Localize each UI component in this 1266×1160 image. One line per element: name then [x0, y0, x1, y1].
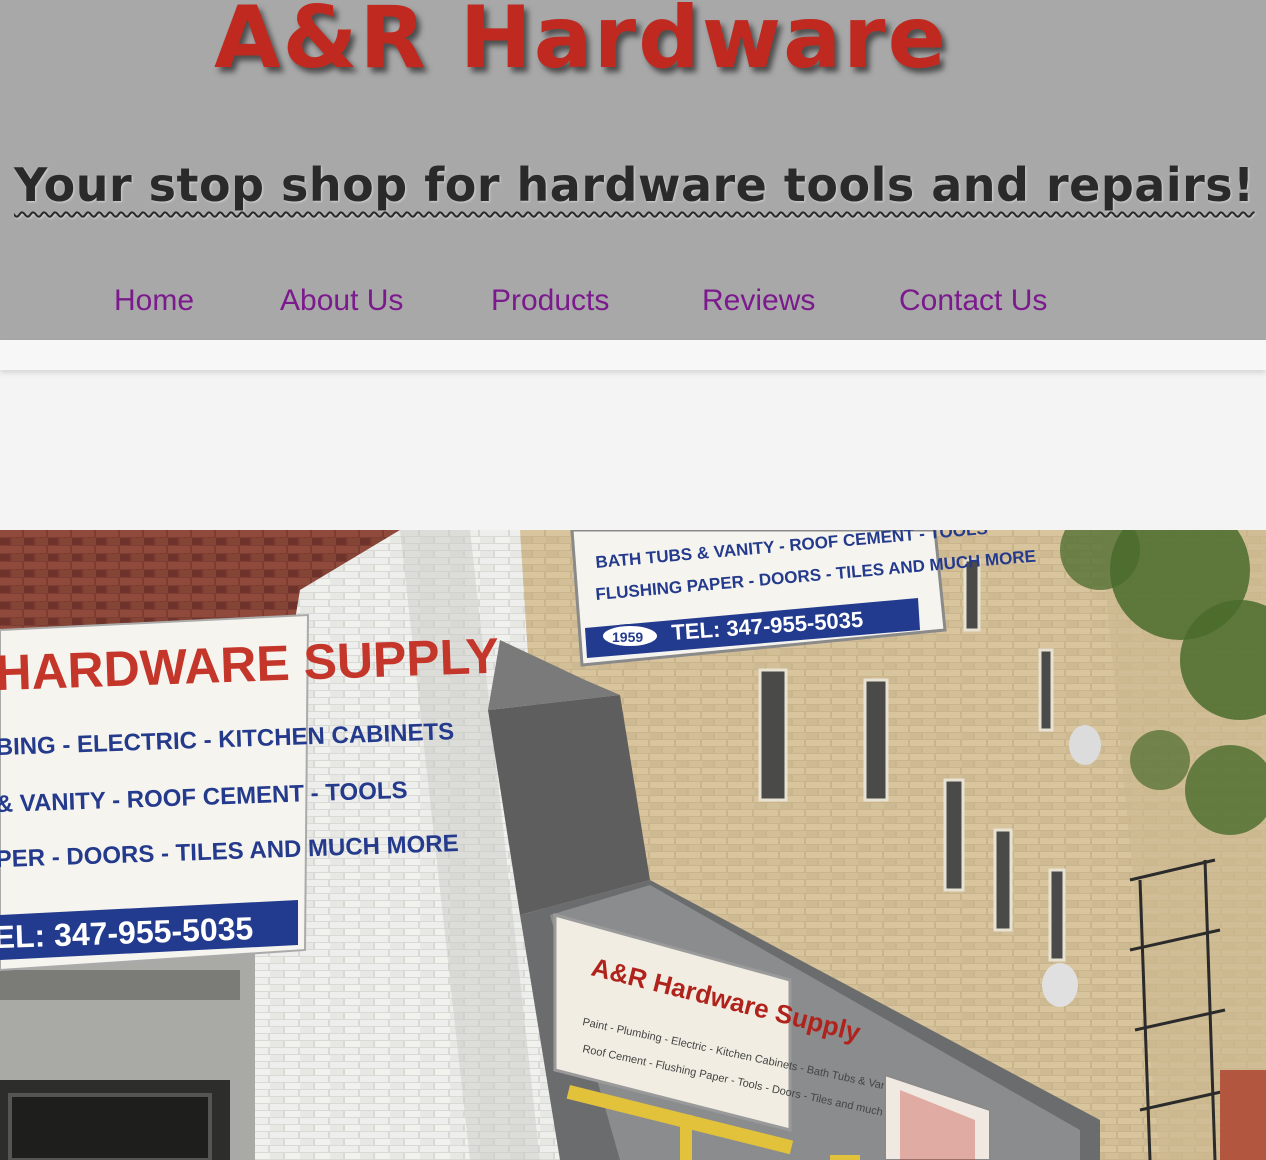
site-tagline: Your stop shop for hardware tools and re… — [14, 158, 1255, 212]
nav-about-us[interactable]: About Us — [280, 284, 403, 318]
left-doorway — [0, 950, 255, 1160]
site-header: A&R Hardware Your stop shop for hardware… — [0, 0, 1266, 340]
storefront-photo: A&R Hardware Supply Paint - Plumbing - E… — [0, 530, 1266, 1160]
main-nav: Home About Us Products Reviews Contact U… — [0, 284, 1266, 328]
header-divider-strip — [0, 340, 1266, 370]
nav-contact-us[interactable]: Contact Us — [899, 284, 1047, 318]
satellite-dish — [1069, 725, 1101, 765]
nav-reviews[interactable]: Reviews — [702, 284, 815, 318]
site-title: A&R Hardware — [214, 0, 948, 88]
nav-home[interactable]: Home — [114, 284, 194, 318]
satellite-dish — [1042, 963, 1078, 1007]
top-sign-year: 1959 — [612, 629, 643, 645]
nav-products[interactable]: Products — [491, 284, 609, 318]
neighbor-roof — [1220, 1070, 1266, 1160]
